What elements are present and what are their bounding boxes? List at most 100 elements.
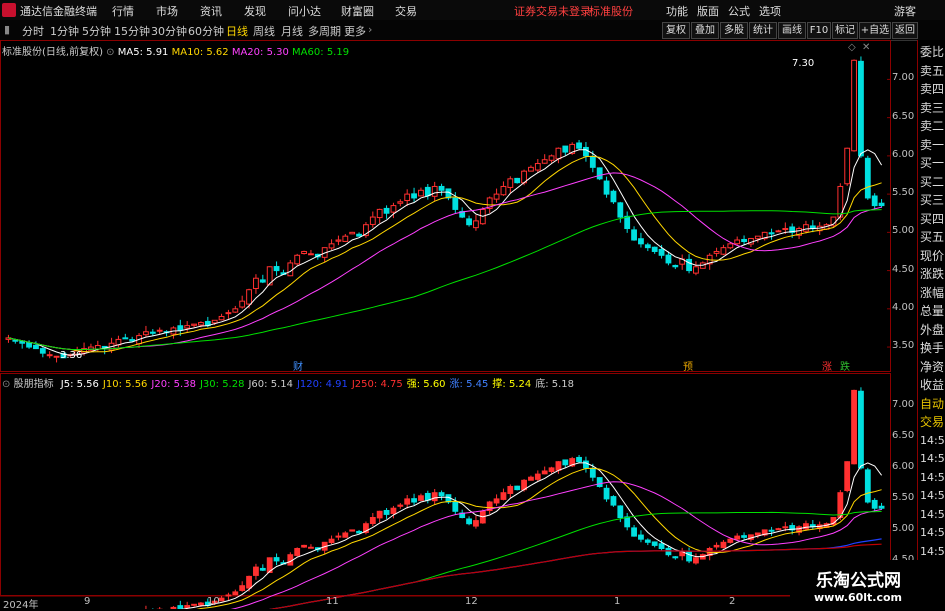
period-weekly[interactable]: 周线 xyxy=(253,23,275,39)
indicator-candle xyxy=(603,487,610,500)
indicator-value: 底: 5.18 xyxy=(535,379,575,390)
indicator-candle xyxy=(665,547,672,556)
main-y-axis: 7.00 6.50 6.00 5.50 5.00 4.50 4.00 3.50 xyxy=(892,40,918,370)
indicator-candle xyxy=(658,543,665,550)
candle-body xyxy=(596,167,603,180)
side-panel-item: 总量 xyxy=(920,304,945,318)
indicator-candle xyxy=(259,567,266,571)
side-panel-item[interactable]: 交易 xyxy=(920,414,945,431)
low-label: 3.36 xyxy=(60,350,83,361)
candle-body xyxy=(404,193,411,202)
indicator-candle xyxy=(803,523,809,530)
menu-wealth[interactable]: 财富圈 xyxy=(341,3,374,19)
marker-fall[interactable]: 跌 xyxy=(840,358,850,373)
candle-body xyxy=(149,331,156,334)
chevron-right-icon[interactable]: › xyxy=(368,23,372,36)
menu-function[interactable]: 功能 xyxy=(666,3,688,19)
marker-rise[interactable]: 涨 xyxy=(822,358,832,373)
stats-button[interactable]: 统计 xyxy=(749,22,777,39)
marker-finance[interactable]: 财 xyxy=(293,358,303,373)
period-5min[interactable]: 5分钟 xyxy=(82,23,111,39)
overlay-button[interactable]: 叠加 xyxy=(691,22,719,39)
side-panel-item[interactable]: 自动 xyxy=(920,396,945,413)
toolbar-menu-icon[interactable]: ▮ xyxy=(4,23,10,36)
period-multi[interactable]: 多周期 xyxy=(308,23,341,39)
menu-discover[interactable]: 发现 xyxy=(244,3,266,19)
candle-body xyxy=(644,244,651,249)
indicator-candle xyxy=(617,505,624,518)
period-1min[interactable]: 1分钟 xyxy=(50,23,79,39)
candle-body xyxy=(617,202,624,218)
period-60min[interactable]: 60分钟 xyxy=(188,23,224,39)
x-tick-label: 10 xyxy=(207,596,220,607)
indicator-value: J30: 5.28 xyxy=(199,379,245,390)
menu-layout[interactable]: 版面 xyxy=(697,3,719,19)
indicator-candle xyxy=(431,492,438,502)
candle-body xyxy=(583,146,589,157)
period-timeshare[interactable]: 分时 xyxy=(22,23,44,39)
menu-quotes[interactable]: 行情 xyxy=(112,3,134,19)
candle-body xyxy=(12,339,19,342)
ma60-line xyxy=(8,209,882,351)
back-button[interactable]: 返回 xyxy=(892,22,918,39)
y-tick-main: 5.50 xyxy=(892,187,915,199)
indicator-legend: ⊙ 股朋指标 J5: 5.56 J10: 5.56 J20: 5.38 J30: 5.… xyxy=(2,375,574,390)
menu-options[interactable]: 选项 xyxy=(759,3,781,19)
indicator-candle xyxy=(610,496,617,506)
candle-body xyxy=(53,355,60,358)
marker-forecast[interactable]: 预 xyxy=(683,358,693,373)
menu-trade[interactable]: 交易 xyxy=(395,3,417,19)
side-panel-item: 14:56 xyxy=(920,489,945,502)
candle-body xyxy=(507,178,514,188)
app-logo-icon xyxy=(2,3,16,17)
indicator-candle xyxy=(328,538,335,544)
multi-stock-button[interactable]: 多股 xyxy=(720,22,748,39)
indicator-candle xyxy=(734,535,741,540)
indicator-candle xyxy=(507,486,514,494)
menu-formula[interactable]: 公式 xyxy=(728,3,750,19)
draw-button[interactable]: 画线 xyxy=(778,22,806,39)
candle-body xyxy=(301,250,307,255)
candle-body xyxy=(844,147,851,185)
indicator-candle xyxy=(383,509,390,515)
candle-body xyxy=(466,218,472,226)
x-tick-label: 12 xyxy=(465,596,478,607)
candle-body xyxy=(493,193,500,200)
user-label[interactable]: 游客 xyxy=(894,3,916,19)
indicator-candle xyxy=(232,591,239,596)
indicator-candle xyxy=(424,492,431,501)
adjust-button[interactable]: 复权 xyxy=(662,22,690,39)
period-more[interactable]: 更多 xyxy=(344,23,366,39)
y-tick-main: 7.00 xyxy=(892,72,915,84)
candle-body xyxy=(376,208,383,219)
indicator-candle xyxy=(500,492,507,500)
indicator-name: 股朋指标 xyxy=(13,379,54,390)
menu-ask[interactable]: 问小达 xyxy=(288,3,321,19)
y-tick-main: 5.00 xyxy=(892,225,915,237)
menu-news[interactable]: 资讯 xyxy=(200,3,222,19)
period-monthly[interactable]: 月线 xyxy=(281,23,303,39)
side-panel-item: 14:56 xyxy=(920,544,945,558)
indicator-candle xyxy=(397,504,404,507)
candle-body xyxy=(39,348,46,354)
period-daily[interactable]: 日线 xyxy=(226,23,248,39)
candle-body xyxy=(225,312,232,315)
candle-body xyxy=(603,180,610,195)
watermark-title: 乐淘公式网 xyxy=(816,571,901,591)
indicator-settings-icon[interactable]: ⊙ xyxy=(2,379,10,390)
mark-button[interactable]: 标记 xyxy=(832,22,858,39)
f10-button[interactable]: F10 xyxy=(807,22,831,39)
candle-body xyxy=(871,195,878,207)
candle-body xyxy=(218,315,225,321)
kline-chart[interactable] xyxy=(0,40,917,609)
indicator-candle xyxy=(851,389,857,465)
login-status[interactable]: 证券交易未登录 xyxy=(514,3,591,19)
side-panel-item: 换手 xyxy=(920,341,945,355)
menu-market[interactable]: 市场 xyxy=(156,3,178,19)
indicator-candle xyxy=(864,469,871,503)
candle-body xyxy=(211,319,218,324)
indicator-value: J250: 4.75 xyxy=(351,379,403,390)
period-30min[interactable]: 30分钟 xyxy=(151,23,187,39)
period-15min[interactable]: 15分钟 xyxy=(114,23,150,39)
add-favorite-button[interactable]: +自选 xyxy=(859,22,891,39)
